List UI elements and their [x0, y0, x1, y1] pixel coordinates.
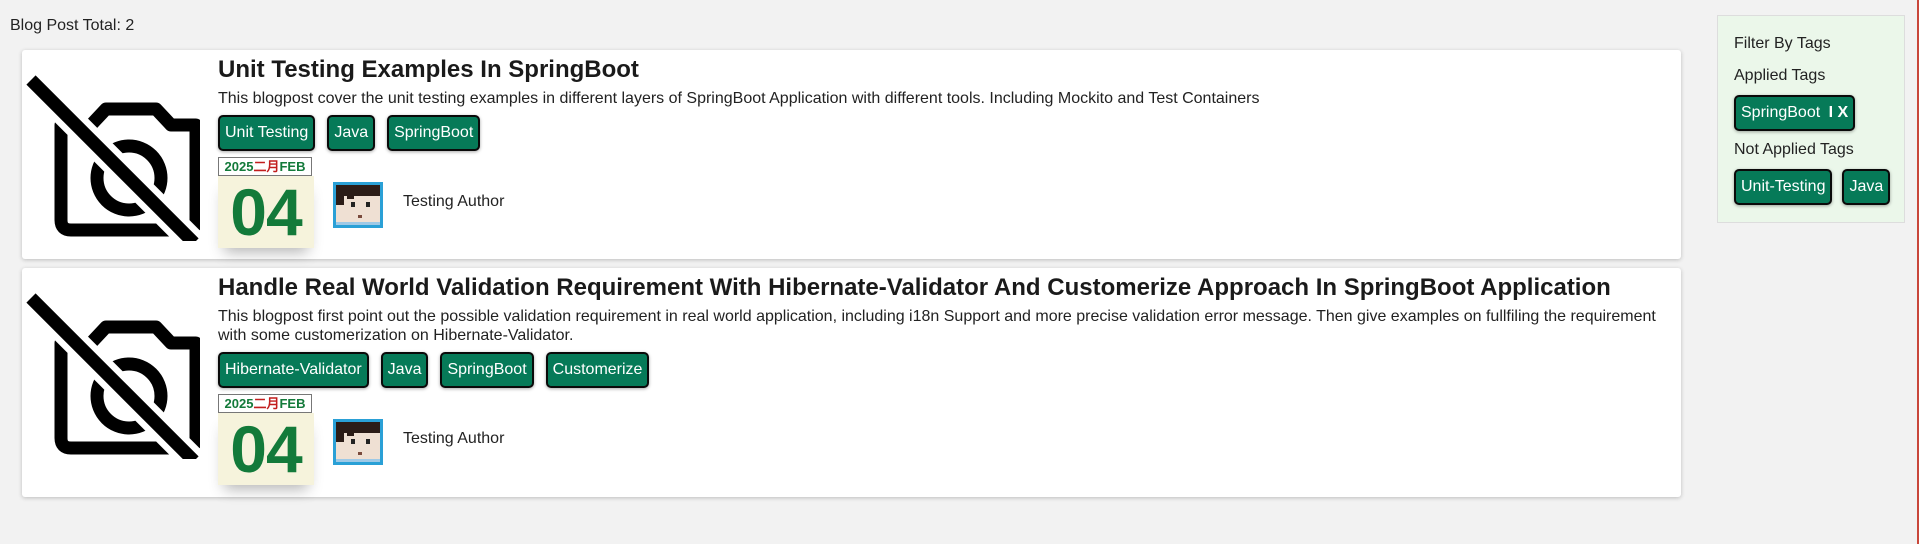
- post-title[interactable]: Handle Real World Validation Requirement…: [218, 273, 1661, 303]
- tag-hibernate-validator[interactable]: Hibernate-Validator: [218, 352, 369, 388]
- post-meta: 2025二月FEB 04 Testing Author: [218, 394, 1661, 485]
- post-description: This blogpost first point out the possib…: [218, 308, 1656, 344]
- date-month-cn: 二月: [253, 396, 280, 411]
- tag-unit-testing[interactable]: Unit Testing: [218, 115, 316, 151]
- tag-springboot[interactable]: SpringBoot: [440, 352, 534, 388]
- not-applied-tags: Unit-Testing Java: [1734, 169, 1891, 205]
- post-list: Unit Testing Examples In SpringBoot This…: [22, 50, 1681, 506]
- post-card[interactable]: Unit Testing Examples In SpringBoot This…: [22, 50, 1681, 259]
- avatar: [333, 182, 383, 228]
- remove-tag-button[interactable]: I X: [1829, 104, 1849, 121]
- post-date: 2025二月FEB 04: [218, 394, 314, 485]
- date-month-en: FEB: [279, 159, 306, 174]
- post-tags: Hibernate-Validator Java SpringBoot Cust…: [218, 352, 1661, 388]
- avatar: [333, 419, 383, 465]
- tag-filter-panel: Filter By Tags Applied Tags SpringBoot I…: [1717, 15, 1905, 223]
- date-year: 2025: [224, 396, 254, 411]
- tag-customerize[interactable]: Customerize: [545, 352, 650, 388]
- date-day: 04: [218, 413, 314, 485]
- date-day: 04: [218, 176, 314, 248]
- applied-tag-springboot[interactable]: SpringBoot I X: [1734, 95, 1856, 131]
- date-month-cn: 二月: [253, 159, 280, 174]
- no-photo-icon: [26, 293, 200, 459]
- date-month-en: FEB: [279, 396, 306, 411]
- post-tags: Unit Testing Java SpringBoot: [218, 115, 1661, 151]
- post-title[interactable]: Unit Testing Examples In SpringBoot: [218, 55, 1661, 85]
- tag-springboot[interactable]: SpringBoot: [387, 115, 481, 151]
- applied-tags: SpringBoot I X: [1734, 95, 1888, 131]
- tag-java[interactable]: Java: [327, 115, 376, 151]
- filter-tag-java[interactable]: Java: [1842, 169, 1891, 205]
- tag-java[interactable]: Java: [380, 352, 429, 388]
- filter-title: Filter By Tags: [1734, 35, 1831, 52]
- date-header: 2025二月FEB: [218, 157, 312, 176]
- no-photo-icon: [26, 75, 200, 241]
- post-date: 2025二月FEB 04: [218, 157, 314, 248]
- date-header: 2025二月FEB: [218, 394, 312, 413]
- not-applied-tags-label: Not Applied Tags: [1734, 141, 1854, 158]
- applied-tag-label: SpringBoot: [1741, 104, 1821, 121]
- filter-tag-unit-testing[interactable]: Unit-Testing: [1734, 169, 1833, 205]
- post-meta: 2025二月FEB 04 Testing Author: [218, 157, 1661, 248]
- author-name: Testing Author: [403, 193, 505, 210]
- author-name: Testing Author: [403, 430, 505, 447]
- applied-tags-label: Applied Tags: [1734, 67, 1826, 84]
- post-total: Blog Post Total: 2: [10, 17, 135, 34]
- post-description: This blogpost cover the unit testing exa…: [218, 90, 1260, 107]
- date-year: 2025: [224, 159, 254, 174]
- post-card[interactable]: Handle Real World Validation Requirement…: [22, 268, 1681, 497]
